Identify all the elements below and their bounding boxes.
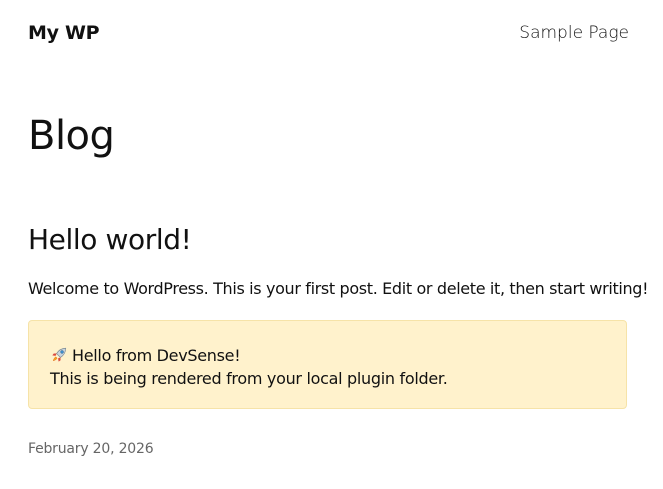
site-header: My WP Sample Page [28,18,629,48]
plugin-notice-box: Hello from DevSense! This is being rende… [28,320,627,409]
page-title: Blog [28,113,115,159]
post-date: February 20, 2026 [28,441,154,457]
post-excerpt: Welcome to WordPress. This is your first… [28,279,649,298]
post-title-link[interactable]: Hello world! [28,222,192,258]
nav-link-sample-page[interactable]: Sample Page [519,23,629,43]
rocket-icon [52,347,67,362]
notice-heading: Hello from DevSense! [72,346,241,365]
site-title-link[interactable]: My WP [28,22,100,44]
notice-heading-line: Hello from DevSense! [50,344,605,367]
notice-message: This is being rendered from your local p… [50,369,448,388]
